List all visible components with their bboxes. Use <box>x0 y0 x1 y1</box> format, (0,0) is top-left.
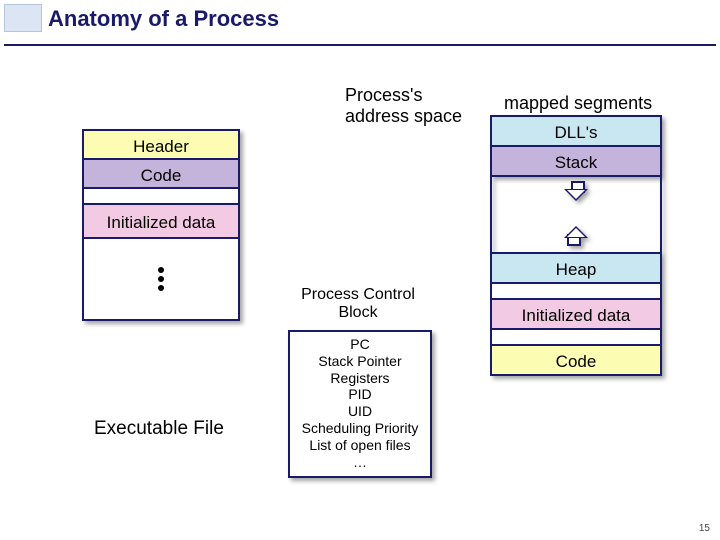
arrow-up-icon <box>564 226 588 246</box>
addr-heap-cell: Heap <box>490 252 662 284</box>
pcb-item: Registers <box>292 370 428 387</box>
executable-file-label: Executable File <box>94 418 224 440</box>
pcb-box: PC Stack Pointer Registers PID UID Sched… <box>288 330 432 478</box>
addr-initdata-cell: Initialized data <box>490 298 662 330</box>
slide-title: Anatomy of a Process <box>48 6 279 32</box>
pcb-title-l2: Block <box>300 304 416 322</box>
pcb-item: List of open files <box>292 437 428 454</box>
page-number: 15 <box>699 523 710 534</box>
pcb-item: PID <box>292 386 428 403</box>
pcb-item: UID <box>292 403 428 420</box>
pcb-title: Process Control Block <box>300 286 416 322</box>
pcb-item: Scheduling Priority <box>292 420 428 437</box>
pcb-title-l1: Process Control <box>300 286 416 304</box>
arrow-down-icon <box>564 181 588 201</box>
executable-file-column: Header Code Initialized data <box>82 129 240 319</box>
exe-header-cell: Header <box>82 129 240 160</box>
address-space-column: DLL's Stack Heap Initialized data Code <box>490 115 662 374</box>
mapped-segments-label: mapped segments <box>504 93 652 114</box>
exe-ellipsis <box>82 237 240 321</box>
addr-gap <box>490 175 662 252</box>
pcb-item: PC <box>292 336 428 353</box>
addr-dlls-cell: DLL's <box>490 115 662 147</box>
addr-code-cell: Code <box>490 344 662 376</box>
title-underline <box>4 44 716 46</box>
pcb-item: … <box>292 454 428 471</box>
process-address-space-label-l1: Process's <box>345 85 495 106</box>
addr-stack-cell: Stack <box>490 145 662 177</box>
corner-decoration <box>4 4 42 32</box>
process-address-space-label: Process's address space <box>345 85 495 127</box>
exe-initdata-cell: Initialized data <box>82 203 240 239</box>
pcb-item: Stack Pointer <box>292 353 428 370</box>
exe-code-cell: Code <box>82 158 240 189</box>
process-address-space-label-l2: address space <box>345 106 495 127</box>
